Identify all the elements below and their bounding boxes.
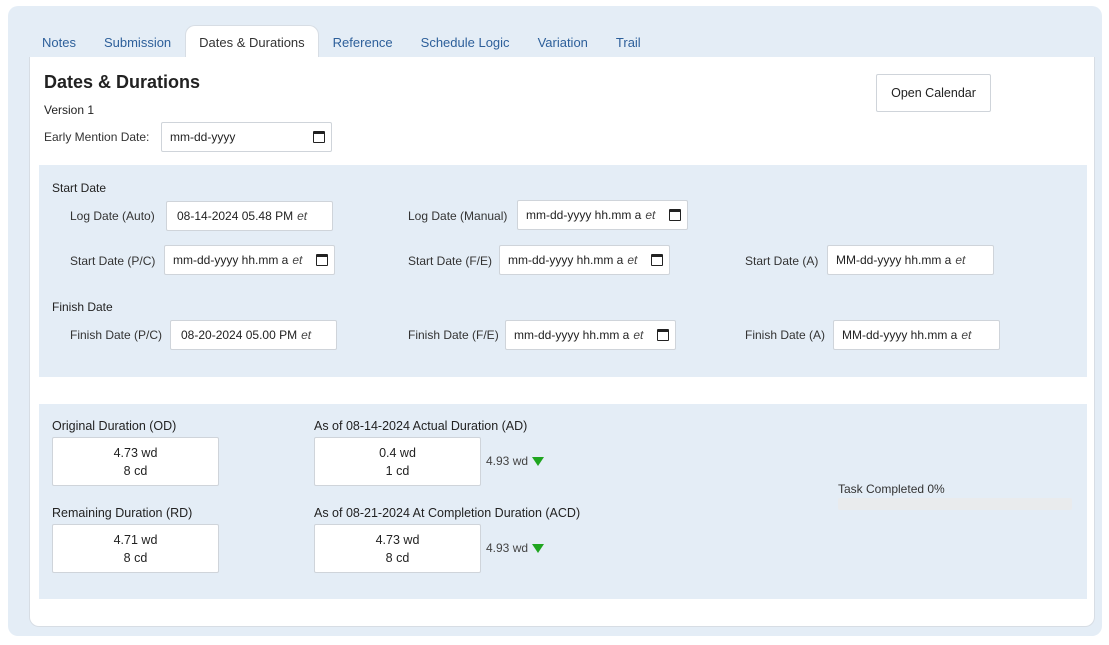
completion-duration-wd: 4.73 wd bbox=[375, 532, 420, 547]
durations-section: Original Duration (OD) 4.73 wd 8 cd As o… bbox=[39, 404, 1087, 599]
calendar-icon[interactable] bbox=[657, 329, 669, 341]
actual-duration-wd: 0.4 wd bbox=[379, 445, 416, 460]
start-date-a-value: MM-dd-yyyy hh.mm a bbox=[836, 253, 952, 267]
timezone-label: et bbox=[292, 253, 303, 267]
actual-duration-delta-value: 4.93 wd bbox=[486, 454, 529, 468]
completion-duration-delta-value: 4.93 wd bbox=[486, 541, 529, 555]
completion-duration-delta: 4.93 wd bbox=[486, 541, 545, 555]
start-date-fe-label: Start Date (F/E) bbox=[408, 254, 493, 268]
down-arrow-icon bbox=[532, 456, 545, 466]
original-duration-label: Original Duration (OD) bbox=[52, 419, 177, 433]
start-date-a-label: Start Date (A) bbox=[745, 254, 819, 268]
dates-section: Start Date Log Date (Auto) 08-14-2024 05… bbox=[39, 165, 1087, 377]
start-date-pc-value: mm-dd-yyyy hh.mm a bbox=[173, 253, 289, 267]
page-title: Dates & Durations bbox=[44, 72, 201, 92]
log-date-auto-label: Log Date (Auto) bbox=[70, 209, 155, 223]
calendar-icon[interactable] bbox=[316, 254, 328, 266]
start-date-a-input[interactable]: MM-dd-yyyy hh.mm a et bbox=[827, 245, 994, 275]
timezone-label: et bbox=[961, 328, 972, 342]
tab-schedule-logic[interactable]: Schedule Logic bbox=[407, 26, 524, 58]
remaining-duration-cd: 8 cd bbox=[123, 550, 148, 565]
start-date-pc-label: Start Date (P/C) bbox=[70, 254, 156, 268]
log-date-manual-input[interactable]: mm-dd-yyyy hh.mm a et bbox=[517, 200, 688, 230]
tab-submission[interactable]: Submission bbox=[90, 26, 185, 58]
calendar-icon[interactable] bbox=[651, 254, 663, 266]
timezone-label: et bbox=[301, 328, 312, 342]
finish-date-pc-input[interactable]: 08-20-2024 05.00 PM et bbox=[170, 320, 337, 350]
timezone-label: et bbox=[645, 208, 656, 222]
early-mention-label: Early Mention Date: bbox=[44, 130, 150, 144]
original-duration-cd: 8 cd bbox=[123, 463, 148, 478]
tab-panel: Dates & Durations Version 1 Early Mentio… bbox=[29, 57, 1095, 627]
completion-duration-cd: 8 cd bbox=[385, 550, 410, 565]
timezone-label: et bbox=[633, 328, 644, 342]
finish-date-pc-value: 08-20-2024 05.00 PM bbox=[181, 328, 298, 342]
tab-bar: Notes Submission Dates & Durations Refer… bbox=[28, 20, 655, 58]
completion-duration-box: 4.73 wd 8 cd bbox=[314, 524, 481, 573]
dates-durations-container: Notes Submission Dates & Durations Refer… bbox=[8, 6, 1102, 636]
calendar-icon[interactable] bbox=[669, 209, 681, 221]
down-arrow-icon bbox=[532, 543, 545, 553]
start-date-pc-input[interactable]: mm-dd-yyyy hh.mm a et bbox=[164, 245, 335, 275]
timezone-label: et bbox=[955, 253, 966, 267]
original-duration-wd: 4.73 wd bbox=[113, 445, 158, 460]
start-date-fe-value: mm-dd-yyyy hh.mm a bbox=[508, 253, 624, 267]
remaining-duration-label: Remaining Duration (RD) bbox=[52, 506, 193, 520]
early-mention-date-input[interactable]: mm-dd-yyyy bbox=[161, 122, 332, 152]
finish-date-a-input[interactable]: MM-dd-yyyy hh.mm a et bbox=[833, 320, 1000, 350]
open-calendar-button[interactable]: Open Calendar bbox=[876, 74, 991, 112]
calendar-icon[interactable] bbox=[313, 131, 325, 143]
version-label: Version 1 bbox=[44, 103, 95, 117]
task-completed-label: Task Completed 0% bbox=[838, 482, 945, 496]
log-date-auto-value: 08-14-2024 05.48 PM bbox=[177, 209, 294, 223]
completion-duration-label: As of 08-21-2024 At Completion Duration … bbox=[314, 506, 581, 520]
tab-dates-durations[interactable]: Dates & Durations bbox=[185, 25, 319, 58]
tab-variation[interactable]: Variation bbox=[524, 26, 602, 58]
finish-date-a-value: MM-dd-yyyy hh.mm a bbox=[842, 328, 958, 342]
log-date-manual-value: mm-dd-yyyy hh.mm a bbox=[526, 208, 642, 222]
tab-reference[interactable]: Reference bbox=[319, 26, 407, 58]
timezone-label: et bbox=[297, 209, 308, 223]
actual-duration-delta: 4.93 wd bbox=[486, 454, 545, 468]
task-progress-bar bbox=[838, 498, 1072, 510]
timezone-label: et bbox=[627, 253, 638, 267]
finish-date-fe-input[interactable]: mm-dd-yyyy hh.mm a et bbox=[505, 320, 676, 350]
finish-date-heading: Finish Date bbox=[52, 300, 113, 314]
finish-date-fe-value: mm-dd-yyyy hh.mm a bbox=[514, 328, 630, 342]
tab-trail[interactable]: Trail bbox=[602, 26, 655, 58]
finish-date-a-label: Finish Date (A) bbox=[745, 328, 826, 342]
remaining-duration-wd: 4.71 wd bbox=[113, 532, 158, 547]
start-date-heading: Start Date bbox=[52, 181, 107, 195]
actual-duration-label: As of 08-14-2024 Actual Duration (AD) bbox=[314, 419, 528, 433]
start-date-fe-input[interactable]: mm-dd-yyyy hh.mm a et bbox=[499, 245, 670, 275]
actual-duration-cd: 1 cd bbox=[385, 463, 410, 478]
finish-date-pc-label: Finish Date (P/C) bbox=[70, 328, 163, 342]
log-date-manual-label: Log Date (Manual) bbox=[408, 209, 508, 223]
original-duration-box: 4.73 wd 8 cd bbox=[52, 437, 219, 486]
finish-date-fe-label: Finish Date (F/E) bbox=[408, 328, 499, 342]
tab-notes[interactable]: Notes bbox=[28, 26, 90, 58]
log-date-auto-input[interactable]: 08-14-2024 05.48 PM et bbox=[166, 201, 333, 231]
remaining-duration-box: 4.71 wd 8 cd bbox=[52, 524, 219, 573]
early-mention-date-value: mm-dd-yyyy bbox=[170, 130, 236, 144]
actual-duration-box: 0.4 wd 1 cd bbox=[314, 437, 481, 486]
